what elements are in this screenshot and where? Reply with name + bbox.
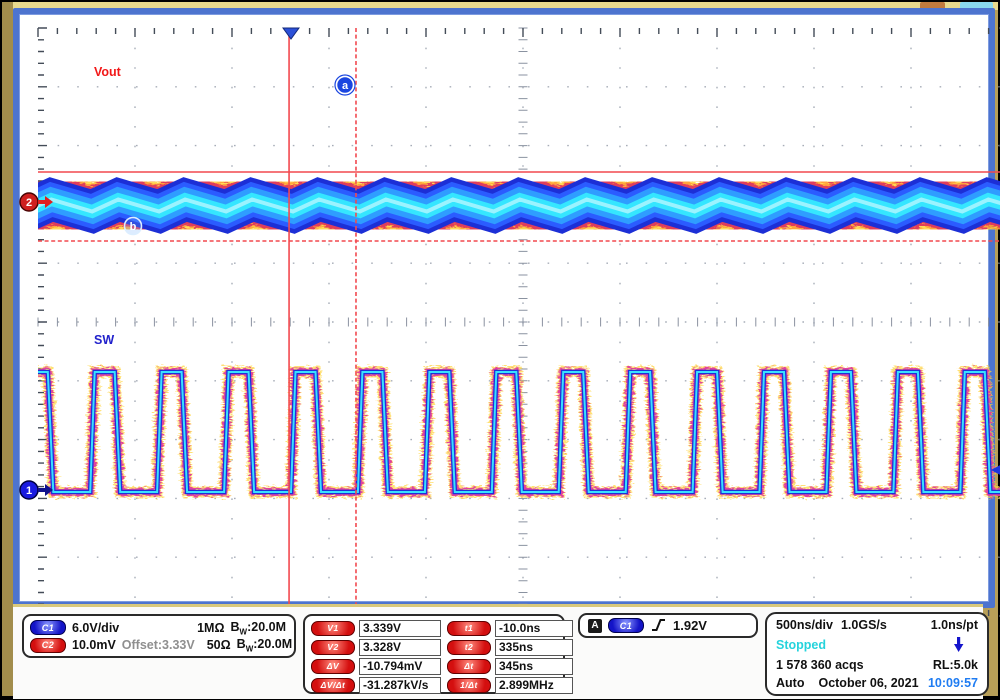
bezel-left-strip xyxy=(2,2,13,696)
trigger-bus-badge: A xyxy=(588,619,602,633)
t2-pill: t2 xyxy=(447,640,491,655)
down-arrow-icon[interactable] xyxy=(953,636,964,653)
dt-pill: Δt xyxy=(447,659,491,674)
dt-value: 345ns xyxy=(495,658,573,675)
trigger-settings-box[interactable]: A C1 1.92V xyxy=(578,613,758,638)
ch1-settings-row[interactable]: C1 6.0V/div 1MΩ BW:20.0M xyxy=(30,620,286,637)
dv-value: -10.794mV xyxy=(359,658,441,675)
t2-value: 335ns xyxy=(495,639,573,656)
acq-count: 1 578 360 acqs xyxy=(776,658,864,672)
ch2-impedance: 50Ω xyxy=(207,638,231,652)
sample-rate-value: 1.0GS/s xyxy=(841,618,887,632)
cursor-a-marker[interactable]: a xyxy=(335,75,355,95)
v2-pill: V2 xyxy=(311,640,355,655)
cursor-b-label: b xyxy=(130,221,137,233)
horizontal-acq-box[interactable]: 500ns/div 1.0GS/s 1.0ns/pt Stopped 1 578… xyxy=(765,612,989,696)
scope-graticule-area: a b 2 1 Vout SW xyxy=(13,8,995,608)
date-value: October 06, 2021 xyxy=(818,676,918,690)
trigger-mode: Auto xyxy=(776,676,804,690)
v1-value: 3.339V xyxy=(359,620,441,637)
ch2-pill[interactable]: C2 xyxy=(30,638,66,653)
t1-pill: t1 xyxy=(447,621,491,636)
dvdt-value: -31.287kV/s xyxy=(359,677,441,694)
record-length: RL:5.0k xyxy=(933,658,978,672)
ch1-pill[interactable]: C1 xyxy=(30,620,66,635)
vout-trace-label: Vout xyxy=(94,65,122,79)
cursor-b-marker[interactable]: b xyxy=(125,218,142,235)
ch2-scale: 10.0mV xyxy=(72,638,116,652)
inv-dt-pill: 1/Δt xyxy=(447,678,491,693)
dv-pill: ΔV xyxy=(311,659,355,674)
ch2-badge-label: 2 xyxy=(26,197,32,209)
dvdt-pill: ΔV/Δt xyxy=(311,678,355,693)
sw-square-trace xyxy=(0,372,1000,492)
ch2-bandwidth: BW:20.0M xyxy=(237,637,293,654)
v2-value: 3.328V xyxy=(359,639,441,656)
t1-value: -10.0ns xyxy=(495,620,573,637)
rising-edge-icon xyxy=(650,618,667,633)
channel-settings-box[interactable]: C1 6.0V/div 1MΩ BW:20.0M C2 10.0mV Offse… xyxy=(22,614,296,658)
ch2-settings-row[interactable]: C2 10.0mV Offset:3.33V 50Ω BW:20.0M xyxy=(30,637,286,654)
ch1-badge-label: 1 xyxy=(26,485,32,497)
trigger-source-pill[interactable]: C1 xyxy=(608,618,644,633)
inv-dt-value: 2.899MHz xyxy=(495,677,573,694)
readout-panel: C1 6.0V/div 1MΩ BW:20.0M C2 10.0mV Offse… xyxy=(13,604,983,699)
graticule-grid xyxy=(38,28,1000,616)
trigger-level-value: 1.92V xyxy=(673,618,707,633)
ch1-scale: 6.0V/div xyxy=(72,621,119,635)
ch1-bandwidth: BW:20.0M xyxy=(231,620,287,637)
timebase-value: 500ns/div xyxy=(776,618,833,632)
v1-pill: V1 xyxy=(311,621,355,636)
time-value: 10:09:57 xyxy=(928,676,978,690)
vout-ripple-trace xyxy=(0,200,1000,212)
waveform-plot: a b 2 1 Vout SW xyxy=(38,28,1000,616)
cursor-readout-box[interactable]: V1 3.339V t1 -10.0ns V2 3.328V t2 335ns … xyxy=(303,614,565,694)
acq-status: Stopped xyxy=(776,638,826,652)
ch1-impedance: 1MΩ xyxy=(197,621,224,635)
ch2-offset: Offset:3.33V xyxy=(122,638,195,652)
trigger-position-icon[interactable] xyxy=(283,28,299,39)
sw-trace-label: SW xyxy=(94,333,114,347)
resolution-value: 1.0ns/pt xyxy=(931,618,978,632)
cursor-a-label: a xyxy=(342,80,349,92)
